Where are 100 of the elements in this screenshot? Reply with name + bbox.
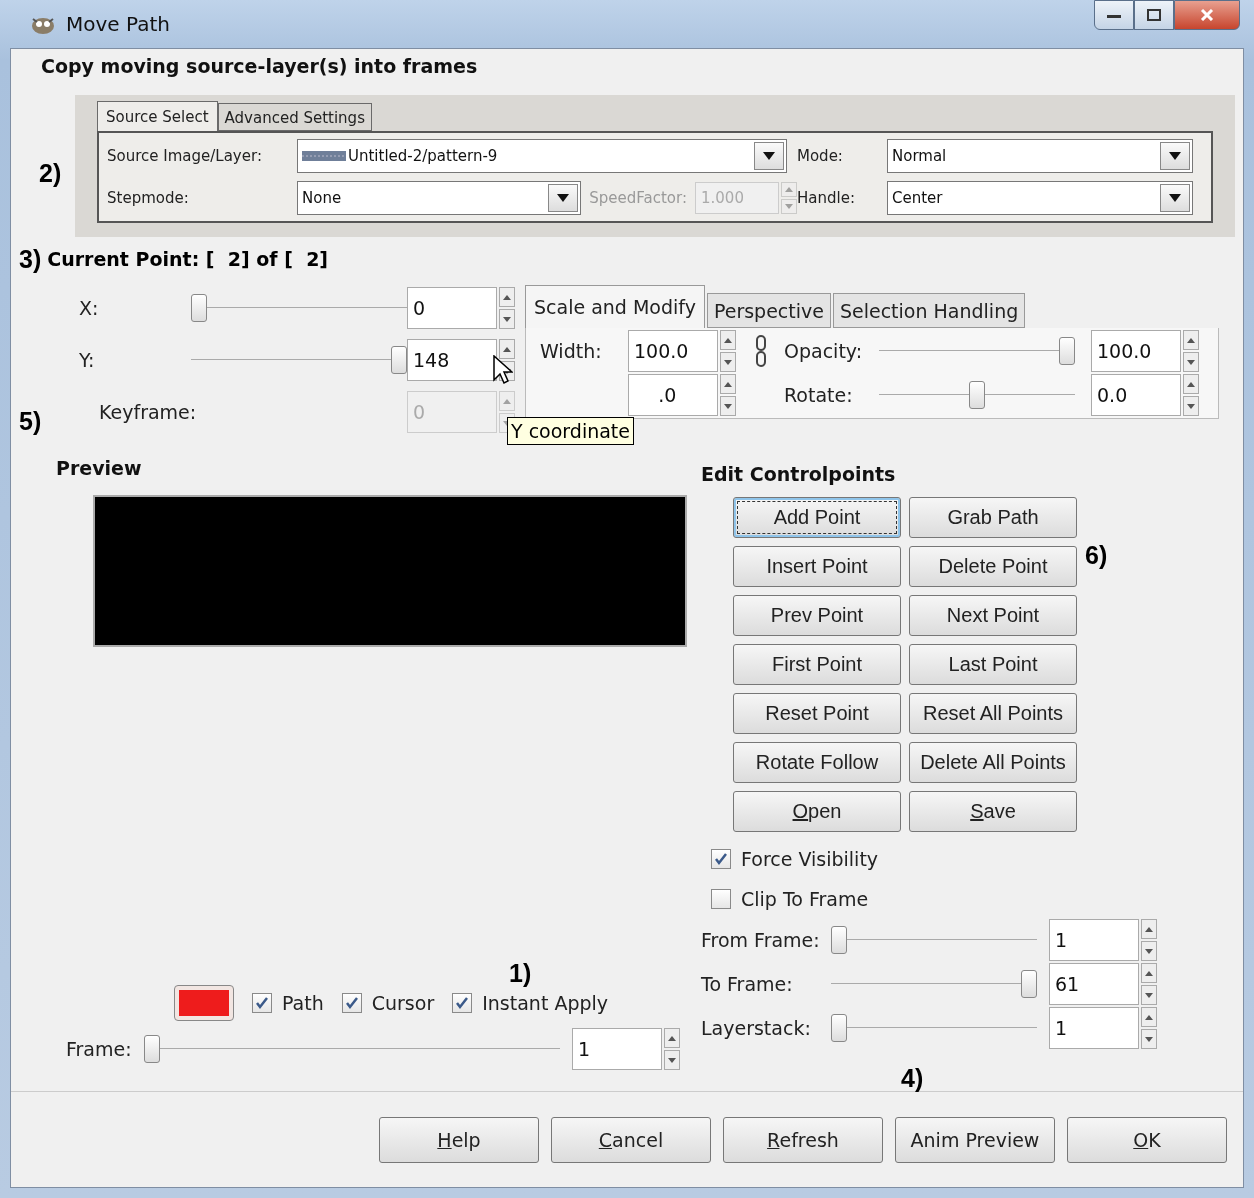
dialog-button[interactable]: Refresh <box>723 1116 883 1163</box>
window-title: Move Path <box>66 12 170 36</box>
spin-buttons[interactable] <box>1141 963 1157 1005</box>
action-button[interactable]: Next Point <box>909 595 1077 636</box>
action-button[interactable]: First Point <box>733 644 901 685</box>
tab[interactable]: Advanced Settings <box>217 103 372 131</box>
down-arrow-icon <box>1187 403 1195 409</box>
action-button[interactable]: Open <box>733 791 901 832</box>
up-arrow-icon <box>503 294 511 300</box>
pattern-icon <box>302 151 346 161</box>
layer-dropdown[interactable]: Untitled-2/pattern-9 <box>297 139 787 173</box>
annotation-label: 5) <box>19 407 42 436</box>
action-button[interactable]: Grab Path <box>909 497 1077 538</box>
slider-track[interactable] <box>831 970 1037 998</box>
tab[interactable]: Source Select <box>97 101 218 131</box>
minimize-icon <box>1107 12 1121 18</box>
slider-handle[interactable] <box>1021 970 1037 998</box>
action-button[interactable]: Last Point <box>909 644 1077 685</box>
spin-buttons[interactable] <box>1141 1007 1157 1049</box>
checkbox-label: Force Visibility <box>741 848 879 870</box>
spin-buttons[interactable] <box>1141 919 1157 961</box>
slider-handle[interactable] <box>969 381 985 409</box>
up-arrow-icon <box>1187 337 1195 343</box>
slider-handle[interactable] <box>831 1014 847 1042</box>
section-title: Edit Controlpoints <box>701 463 897 485</box>
number-field[interactable]: 100.0 <box>1091 330 1181 372</box>
dialog-button[interactable]: Anim Preview <box>895 1116 1055 1163</box>
tab[interactable]: Scale and Modify <box>525 285 705 328</box>
number-field[interactable]: 0.0 <box>1091 374 1181 416</box>
action-button[interactable]: Insert Point <box>733 546 901 587</box>
tab[interactable]: Perspective <box>706 293 831 328</box>
number-field[interactable]: 1 <box>572 1028 662 1070</box>
number-field[interactable]: 148 <box>407 339 497 381</box>
dialog-button[interactable]: OK <box>1067 1116 1227 1163</box>
checkbox[interactable] <box>711 849 731 869</box>
field-label: To Frame: <box>701 973 794 995</box>
slider-track[interactable] <box>191 294 407 322</box>
down-arrow-icon <box>724 359 732 365</box>
action-button[interactable]: Delete All Points <box>909 742 1077 783</box>
slider-handle[interactable] <box>831 926 847 954</box>
number-field[interactable]: 61 <box>1049 963 1139 1005</box>
action-button[interactable]: Prev Point <box>733 595 901 636</box>
slider-track[interactable] <box>879 337 1075 365</box>
field-label: Stepmode: <box>107 189 190 207</box>
checkbox[interactable] <box>341 993 362 1013</box>
spin-buttons[interactable] <box>720 330 736 372</box>
maximize-button[interactable] <box>1134 0 1174 30</box>
spin-buttons[interactable] <box>1183 374 1199 416</box>
number-field[interactable]: 0 <box>407 287 497 329</box>
action-button[interactable]: Reset All Points <box>909 693 1077 734</box>
slider-track[interactable] <box>831 1014 1037 1042</box>
dialog-button[interactable]: Cancel <box>551 1116 711 1163</box>
field-label: Opacity: <box>784 340 864 362</box>
annotation-label: 2) <box>39 159 62 188</box>
dropdown-arrow-icon <box>557 194 570 202</box>
slider-track[interactable] <box>879 381 1075 409</box>
tab[interactable]: Selection Handling <box>832 293 1026 328</box>
slider-handle[interactable] <box>1059 337 1075 365</box>
action-button[interactable]: Delete Point <box>909 546 1077 587</box>
dialog-button[interactable]: Help <box>379 1116 539 1163</box>
slider-track[interactable] <box>144 1035 560 1063</box>
number-field[interactable]: .0 <box>628 374 718 416</box>
slider-handle[interactable] <box>391 346 407 374</box>
stepmode-dropdown[interactable]: None <box>297 181 582 215</box>
slider-handle[interactable] <box>191 294 207 322</box>
number-field[interactable]: 1 <box>1049 1007 1139 1049</box>
checkbox[interactable] <box>452 993 473 1013</box>
spin-buttons[interactable] <box>499 287 515 329</box>
field-label: Mode: <box>797 147 844 165</box>
up-arrow-icon <box>785 187 793 192</box>
spin-buttons[interactable] <box>1183 330 1199 372</box>
action-button[interactable]: Rotate Follow <box>733 742 901 783</box>
action-button[interactable]: Save <box>909 791 1077 832</box>
dropdown-arrow-icon <box>1169 194 1181 202</box>
close-button[interactable] <box>1174 0 1240 30</box>
field-label: Layerstack: <box>701 1017 812 1039</box>
annotation-label: 1) <box>509 959 532 988</box>
checkbox[interactable] <box>252 993 272 1013</box>
field-label: Rotate: <box>784 384 854 406</box>
spin-buttons[interactable] <box>664 1028 680 1070</box>
handle-dropdown[interactable]: Center <box>887 181 1193 215</box>
field-label: Source Image/Layer: <box>107 147 263 165</box>
slider-track[interactable] <box>831 926 1037 954</box>
slider-handle[interactable] <box>144 1035 160 1063</box>
current-point-label: Current Point: [ 2] of [ 2] <box>47 248 329 270</box>
action-button[interactable]: Reset Point <box>733 693 901 734</box>
up-arrow-icon <box>503 398 511 404</box>
up-arrow-icon <box>1145 970 1153 976</box>
up-arrow-icon <box>503 346 511 352</box>
mode-dropdown[interactable]: Normal <box>887 139 1193 173</box>
down-arrow-icon <box>668 1057 676 1063</box>
action-button[interactable]: Add Point <box>733 497 901 538</box>
slider-track[interactable] <box>191 346 407 374</box>
tooltip: Y coordinate <box>507 417 634 445</box>
checkbox[interactable] <box>711 889 731 909</box>
number-field[interactable]: 100.0 <box>628 330 718 372</box>
minimize-button[interactable] <box>1094 0 1134 30</box>
spin-buttons[interactable] <box>720 374 736 416</box>
field-label: Frame: <box>66 1038 133 1060</box>
number-field[interactable]: 1 <box>1049 919 1139 961</box>
